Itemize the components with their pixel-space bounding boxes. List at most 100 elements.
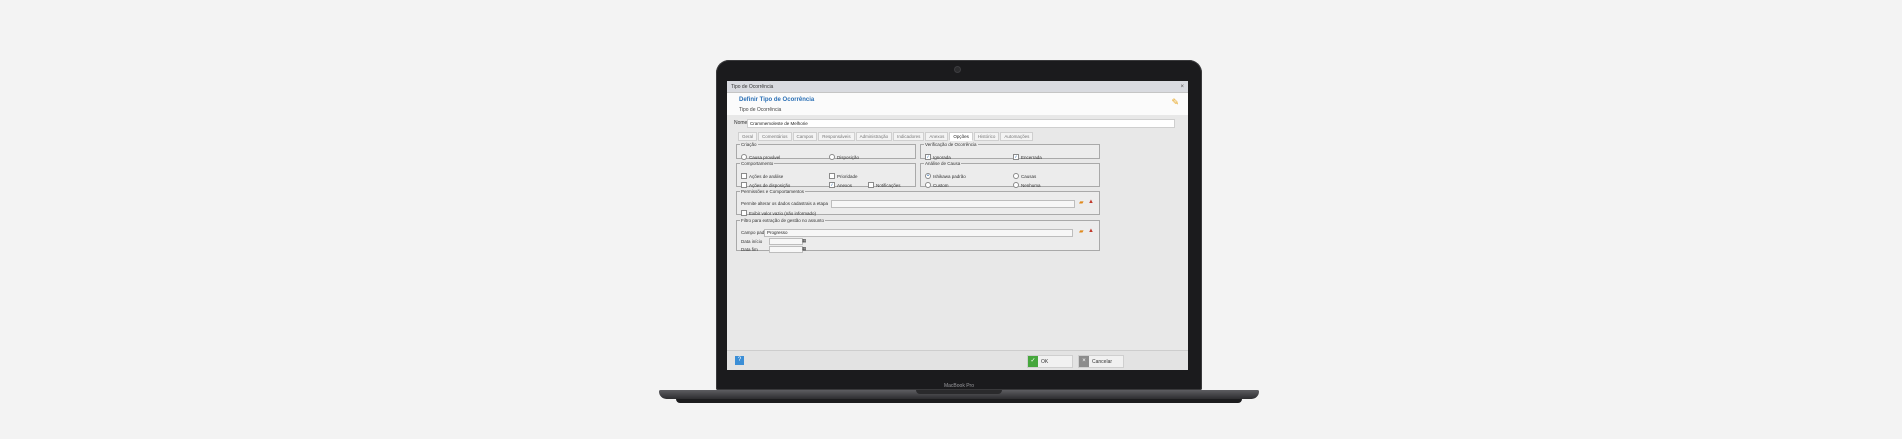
prioridade-option[interactable]: Prioridade — [829, 173, 858, 179]
tab-opcoes[interactable]: Opções — [949, 132, 973, 141]
window-titlebar: Tipo de Ocorrência × — [727, 81, 1188, 93]
tab-bar: Geral Comentários Campos Responsáveis Ad… — [738, 132, 1034, 141]
camera-icon — [954, 66, 961, 73]
ignorada-option[interactable]: Ignorada — [925, 154, 951, 160]
nenhuma-radio[interactable] — [1013, 182, 1019, 188]
causas-option[interactable]: Causas — [1013, 173, 1036, 179]
data-fim-label: Data fim — [741, 247, 758, 252]
analise-causa-legend: Análise de Causa — [925, 161, 961, 166]
nenhuma-option[interactable]: Nenhuma — [1013, 182, 1041, 188]
ignorada-checkbox[interactable] — [925, 154, 931, 160]
causa-provavel-radio[interactable] — [741, 154, 747, 160]
permite-alterar-field[interactable] — [831, 200, 1075, 208]
permissoes-group: Permissões e Comportamentos Permite alte… — [736, 189, 1100, 216]
encerrada-checkbox[interactable] — [1013, 154, 1019, 160]
cancel-label: Cancelar — [1092, 358, 1113, 365]
encerrada-option[interactable]: Encerrada — [1013, 154, 1042, 160]
dialog-subtitle: Tipo de Ocorrência — [739, 107, 782, 113]
custom-option[interactable]: Custom — [925, 182, 949, 188]
tab-automacoes[interactable]: Automações — [1000, 132, 1034, 141]
calendar-icon[interactable]: ▦ — [802, 238, 806, 244]
causa-provavel-option[interactable]: Causa provável — [741, 154, 780, 160]
acoes-disposicao-option[interactable]: Ações de disposição — [741, 182, 790, 188]
acoes-analise-checkbox[interactable] — [741, 173, 747, 179]
name-label: Nome — [734, 120, 748, 126]
criacao-legend: Criação — [741, 142, 757, 147]
filtro-legend: Filtro para extração de gestão no assunt… — [741, 218, 825, 223]
tab-historico[interactable]: Histórico — [973, 132, 1000, 141]
tab-comentarios[interactable]: Comentários — [758, 132, 792, 141]
acoes-analise-label: Ações de análise — [749, 173, 784, 179]
custom-label: Custom — [933, 182, 949, 188]
data-inicio-label: Data início — [741, 239, 763, 244]
ishikawa-option[interactable]: Ishikawa padrão — [925, 173, 966, 179]
data-inicio-field[interactable] — [769, 238, 803, 245]
tab-administracao[interactable]: Administração — [855, 132, 893, 141]
window-title: Tipo de Ocorrência — [731, 84, 774, 90]
laptop-screen: Tipo de Ocorrência × Definir Tipo de Oco… — [727, 81, 1188, 370]
criacao-group: Criação Causa provável Disposição — [736, 142, 916, 160]
anexos-option[interactable]: Anexos — [829, 182, 852, 188]
folder-icon[interactable]: ▰ — [1079, 199, 1084, 206]
disposicao-radio[interactable] — [829, 154, 835, 160]
name-field[interactable]: Crammemoleste de Melhorie — [747, 119, 1175, 128]
ishikawa-label: Ishikawa padrão — [933, 173, 966, 179]
tab-geral[interactable]: Geral — [738, 132, 758, 141]
causa-provavel-label: Causa provável — [749, 154, 781, 160]
notificacoes-label: Notificações — [876, 182, 901, 188]
comportamento-legend: Comportamento — [741, 161, 774, 166]
notificacoes-checkbox[interactable] — [868, 182, 874, 188]
disposicao-option[interactable]: Disposição — [829, 154, 859, 160]
nenhuma-label: Nenhuma — [1021, 182, 1041, 188]
laptop-base-bottom — [676, 399, 1242, 403]
tab-responsaveis[interactable]: Responsáveis — [818, 132, 855, 141]
verificacao-legend: Verificação de Ocorrência — [925, 142, 977, 147]
check-icon: ✓ — [1028, 356, 1038, 367]
dialog-title: Definir Tipo de Ocorrência — [739, 97, 815, 103]
close-icon: × — [1079, 356, 1089, 367]
permite-alterar-label: Permite alterar os dados cadastrais a et… — [741, 201, 829, 206]
ishikawa-radio[interactable] — [925, 173, 931, 179]
help-icon[interactable]: ? — [735, 356, 744, 365]
acoes-disposicao-label: Ações de disposição — [749, 182, 791, 188]
clear-icon[interactable]: ▲ — [1088, 199, 1094, 205]
causas-radio[interactable] — [1013, 173, 1019, 179]
exibir-vazio-option[interactable]: Exibir valor vazio (não informado) — [741, 210, 816, 216]
exibir-vazio-checkbox[interactable] — [741, 210, 747, 216]
prioridade-checkbox[interactable] — [829, 173, 835, 179]
analise-causa-group: Análise de Causa Ishikawa padrão Causas … — [920, 161, 1100, 188]
disposicao-label: Disposição — [837, 154, 860, 160]
close-icon[interactable]: × — [1180, 81, 1184, 93]
tab-indicadores[interactable]: Indicadores — [893, 132, 925, 141]
dialog-footer: ? ✓ OK × Cancelar — [727, 350, 1188, 370]
anexos-label: Anexos — [837, 182, 853, 188]
anexos-checkbox[interactable] — [829, 182, 835, 188]
filtro-group: Filtro para extração de gestão no assunt… — [736, 218, 1100, 253]
dialog-header: Definir Tipo de Ocorrência Tipo de Ocorr… — [727, 93, 1188, 115]
tab-anexos[interactable]: Anexos — [925, 132, 949, 141]
permissoes-legend: Permissões e Comportamentos — [741, 189, 805, 194]
cancel-button[interactable]: × Cancelar — [1078, 355, 1124, 368]
acoes-disposicao-checkbox[interactable] — [741, 182, 747, 188]
ignorada-label: Ignorada — [933, 154, 951, 160]
exibir-vazio-label: Exibir valor vazio (não informado) — [749, 210, 817, 216]
tag-icon: ✎ — [1171, 97, 1179, 107]
prioridade-label: Prioridade — [837, 173, 858, 179]
causas-label: Causas — [1021, 173, 1037, 179]
notificacoes-option[interactable]: Notificações — [868, 182, 901, 188]
encerrada-label: Encerrada — [1021, 154, 1042, 160]
custom-radio[interactable] — [925, 182, 931, 188]
clear-icon[interactable]: ▲ — [1088, 228, 1094, 234]
laptop-notch — [916, 390, 1002, 394]
ok-button[interactable]: ✓ OK — [1027, 355, 1073, 368]
laptop-brand: MacBook Pro — [943, 383, 974, 389]
acoes-analise-option[interactable]: Ações de análise — [741, 173, 783, 179]
ok-label: OK — [1041, 358, 1049, 365]
tab-campos[interactable]: Campos — [792, 132, 818, 141]
campo-padrao-field[interactable]: Progresso — [764, 229, 1073, 237]
folder-icon[interactable]: ▰ — [1079, 228, 1084, 235]
calendar-icon[interactable]: ▦ — [802, 246, 806, 252]
comportamento-group: Comportamento Ações de análise Prioridad… — [736, 161, 916, 188]
verificacao-group: Verificação de Ocorrência Ignorada Encer… — [920, 142, 1100, 160]
data-fim-field[interactable] — [769, 246, 803, 253]
